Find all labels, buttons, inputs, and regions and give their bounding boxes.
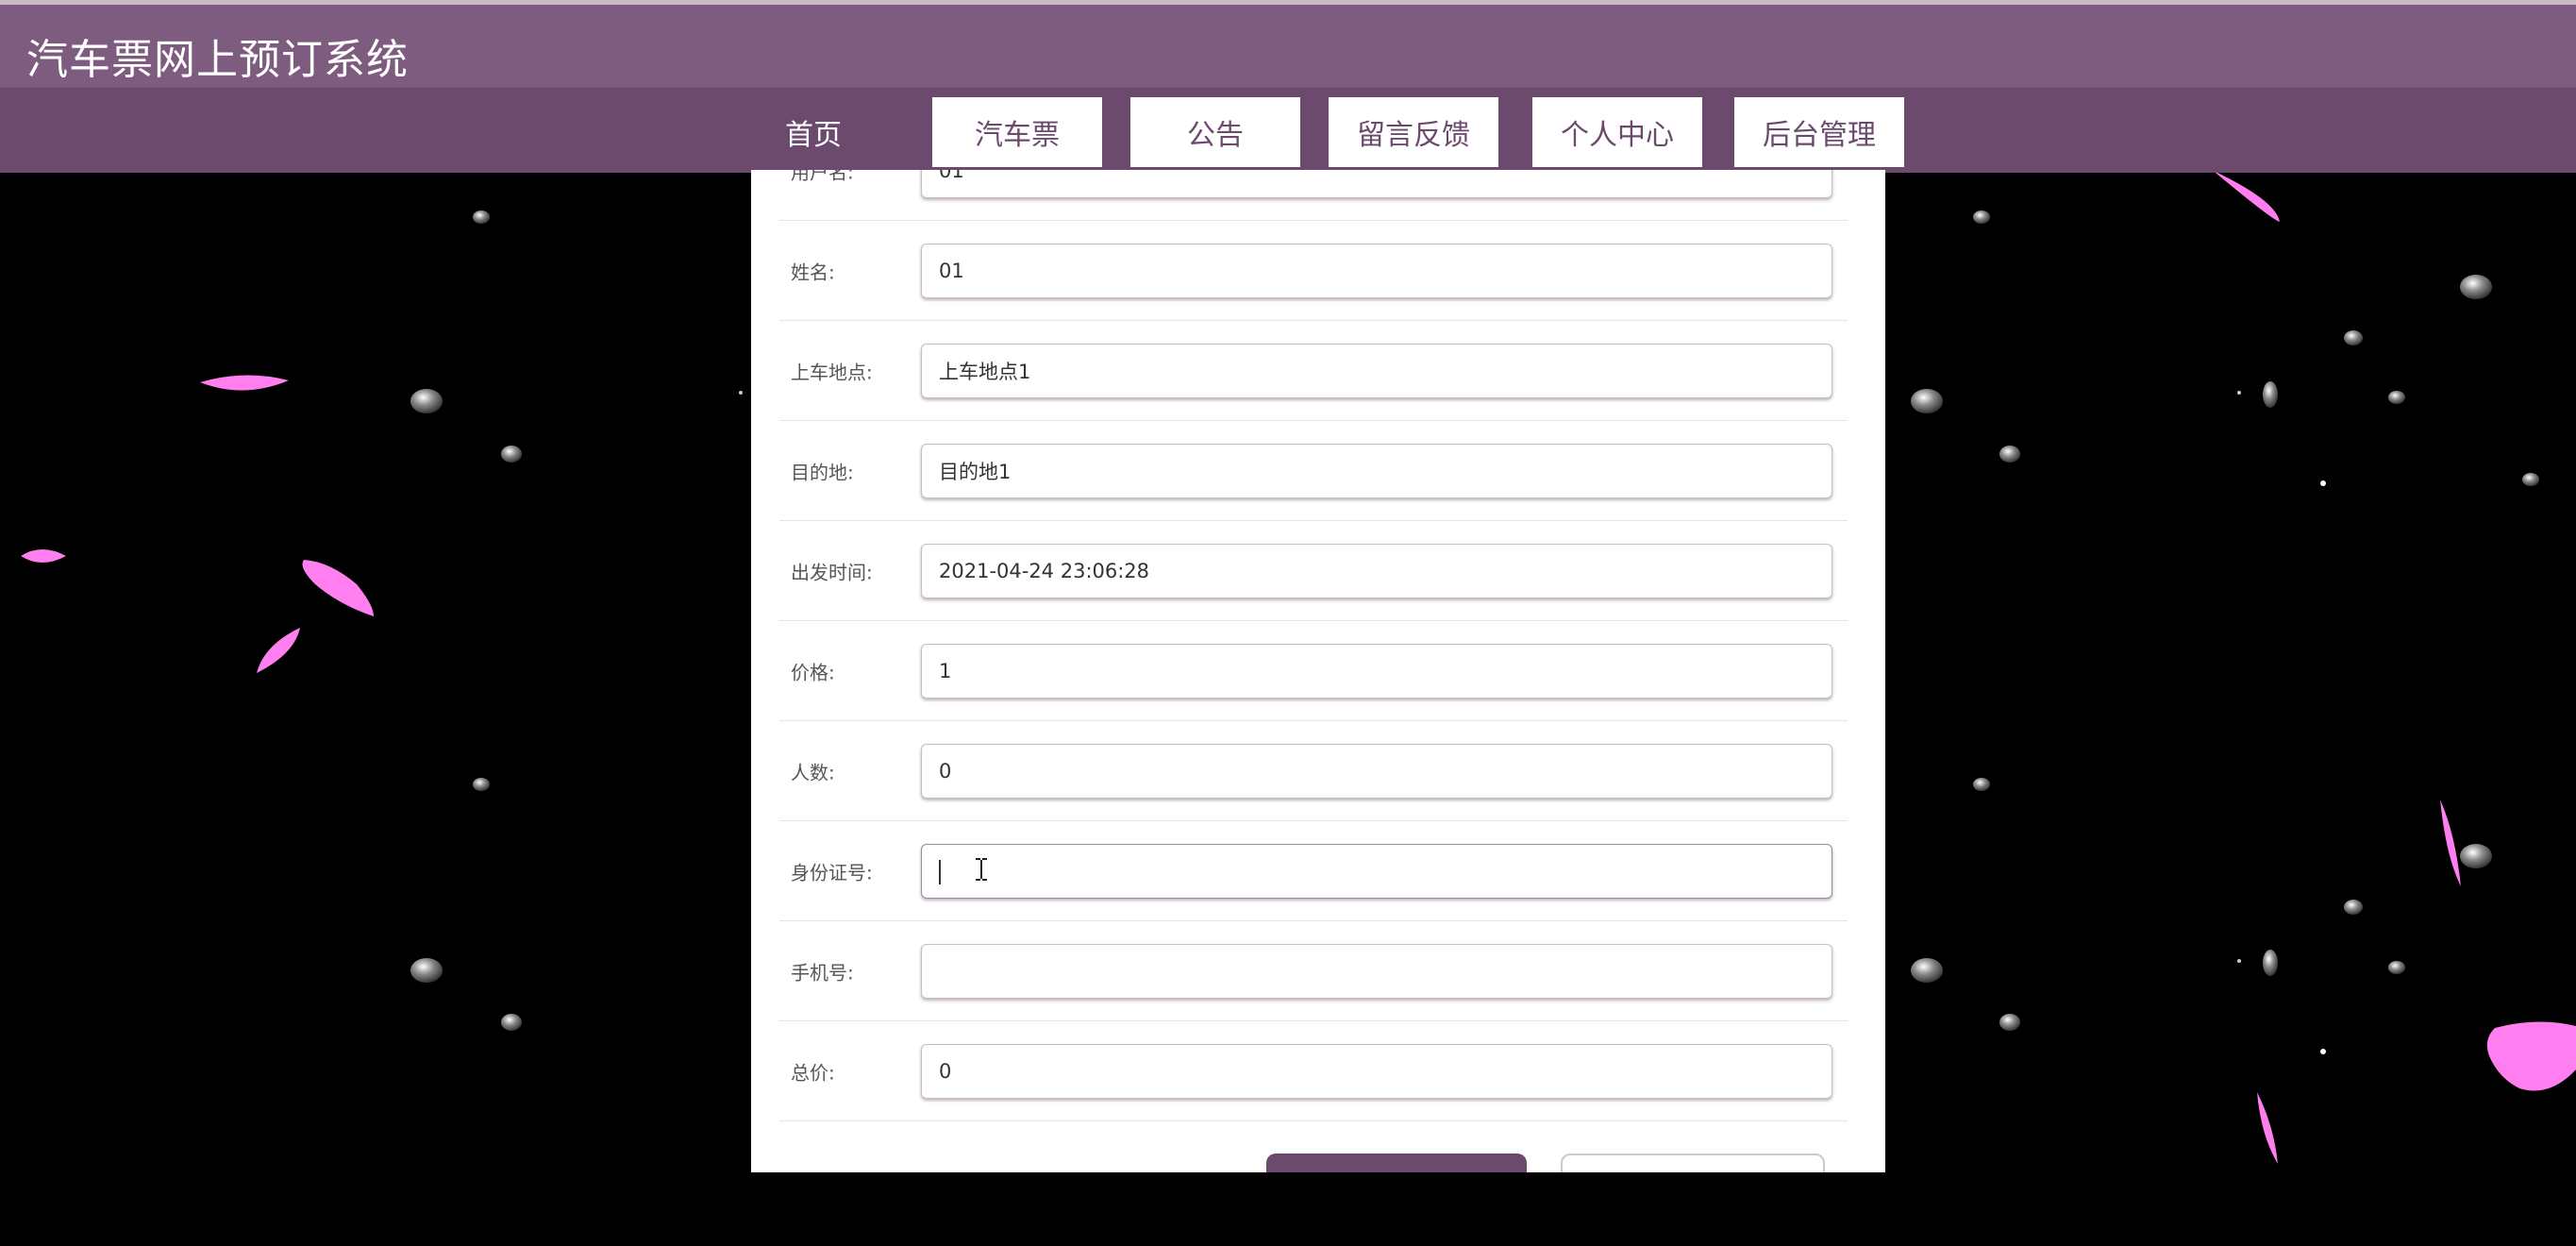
- form-row-boarding-point: 上车地点:: [779, 321, 1848, 421]
- sparkle: [2237, 391, 2241, 395]
- droplet: [473, 778, 490, 791]
- destination-label: 目的地:: [791, 461, 854, 483]
- droplet: [501, 1014, 522, 1031]
- form-row-phone: 手机号:: [779, 921, 1848, 1021]
- sparkle: [2320, 1049, 2326, 1054]
- id-number-input[interactable]: [921, 843, 1832, 899]
- destination-input[interactable]: [921, 443, 1832, 498]
- droplet: [2344, 330, 2363, 345]
- droplet: [1999, 446, 2020, 463]
- price-input[interactable]: [921, 643, 1832, 699]
- droplet: [1911, 389, 1943, 413]
- sparkle: [2237, 959, 2241, 963]
- petal: [21, 549, 66, 563]
- form-row-username: 用户名:: [779, 170, 1848, 221]
- phone-label: 手机号:: [791, 961, 854, 984]
- petal: [257, 628, 300, 673]
- total-price-label: 总价:: [791, 1061, 835, 1084]
- price-label: 价格:: [791, 661, 835, 683]
- nav-item-bus-tickets[interactable]: 汽车票: [932, 97, 1102, 167]
- passenger-count-input[interactable]: [921, 743, 1832, 799]
- username-input[interactable]: [921, 170, 1832, 198]
- droplet: [1973, 210, 1990, 224]
- petal: [200, 375, 289, 391]
- main-navbar: 首页 汽车票 公告 留言反馈 个人中心 后台管理: [0, 88, 2576, 173]
- form-row-id-number: 身份证号:: [779, 821, 1848, 921]
- droplet: [2460, 844, 2492, 868]
- submit-button[interactable]: [1266, 1153, 1527, 1172]
- droplet: [473, 210, 490, 224]
- droplet: [2263, 950, 2278, 976]
- nav-item-feedback[interactable]: 留言反馈: [1329, 97, 1498, 167]
- form-row-price: 价格:: [779, 621, 1848, 721]
- petal: [2486, 1021, 2576, 1091]
- droplet: [1999, 1014, 2020, 1031]
- departure-time-input[interactable]: [921, 543, 1832, 598]
- droplet: [1973, 778, 1990, 791]
- petal: [302, 560, 374, 616]
- nav-item-announcements[interactable]: 公告: [1130, 97, 1300, 167]
- phone-input[interactable]: [921, 943, 1832, 999]
- droplet: [2460, 275, 2492, 299]
- sparkle: [739, 391, 743, 395]
- departure-time-label: 出发时间:: [791, 561, 873, 583]
- form-row-name: 姓名:: [779, 221, 1848, 321]
- droplet: [2344, 900, 2363, 915]
- name-label: 姓名:: [791, 261, 835, 283]
- petal: [2216, 173, 2280, 222]
- name-input[interactable]: [921, 243, 1832, 298]
- petal: [2257, 1092, 2278, 1164]
- form-row-total-price: 总价:: [779, 1021, 1848, 1121]
- droplet: [2522, 473, 2539, 486]
- total-price-input[interactable]: [921, 1043, 1832, 1099]
- text-caret: [939, 859, 941, 884]
- droplet: [501, 446, 522, 463]
- boarding-point-input[interactable]: [921, 343, 1832, 398]
- droplet: [410, 389, 443, 413]
- site-header: 汽车票网上预订系统: [0, 0, 2576, 88]
- booking-form-panel: 用户名: 姓名: 上车地点: 目的地: 出发时间: 价格: 人数: 身份证号: …: [751, 170, 1885, 1172]
- mouse-cursor-icon: [976, 858, 987, 881]
- sparkle: [2320, 480, 2326, 486]
- boarding-point-label: 上车地点:: [791, 361, 873, 383]
- droplet: [1911, 958, 1943, 983]
- username-label: 用户名:: [791, 170, 854, 183]
- reset-button[interactable]: [1561, 1153, 1825, 1172]
- droplet: [2263, 381, 2278, 408]
- form-row-passenger-count: 人数:: [779, 721, 1848, 821]
- site-title: 汽车票网上预订系统: [26, 36, 409, 84]
- nav-item-personal-center[interactable]: 个人中心: [1532, 97, 1702, 167]
- passenger-count-label: 人数:: [791, 761, 835, 783]
- droplet: [410, 958, 443, 983]
- id-number-label: 身份证号:: [791, 861, 873, 884]
- droplet: [2388, 391, 2405, 404]
- droplet: [2388, 961, 2405, 974]
- form-row-departure-time: 出发时间:: [779, 521, 1848, 621]
- nav-item-home[interactable]: 首页: [728, 97, 898, 167]
- nav-item-admin[interactable]: 后台管理: [1734, 97, 1904, 167]
- form-row-destination: 目的地:: [779, 421, 1848, 521]
- petal: [2440, 800, 2461, 886]
